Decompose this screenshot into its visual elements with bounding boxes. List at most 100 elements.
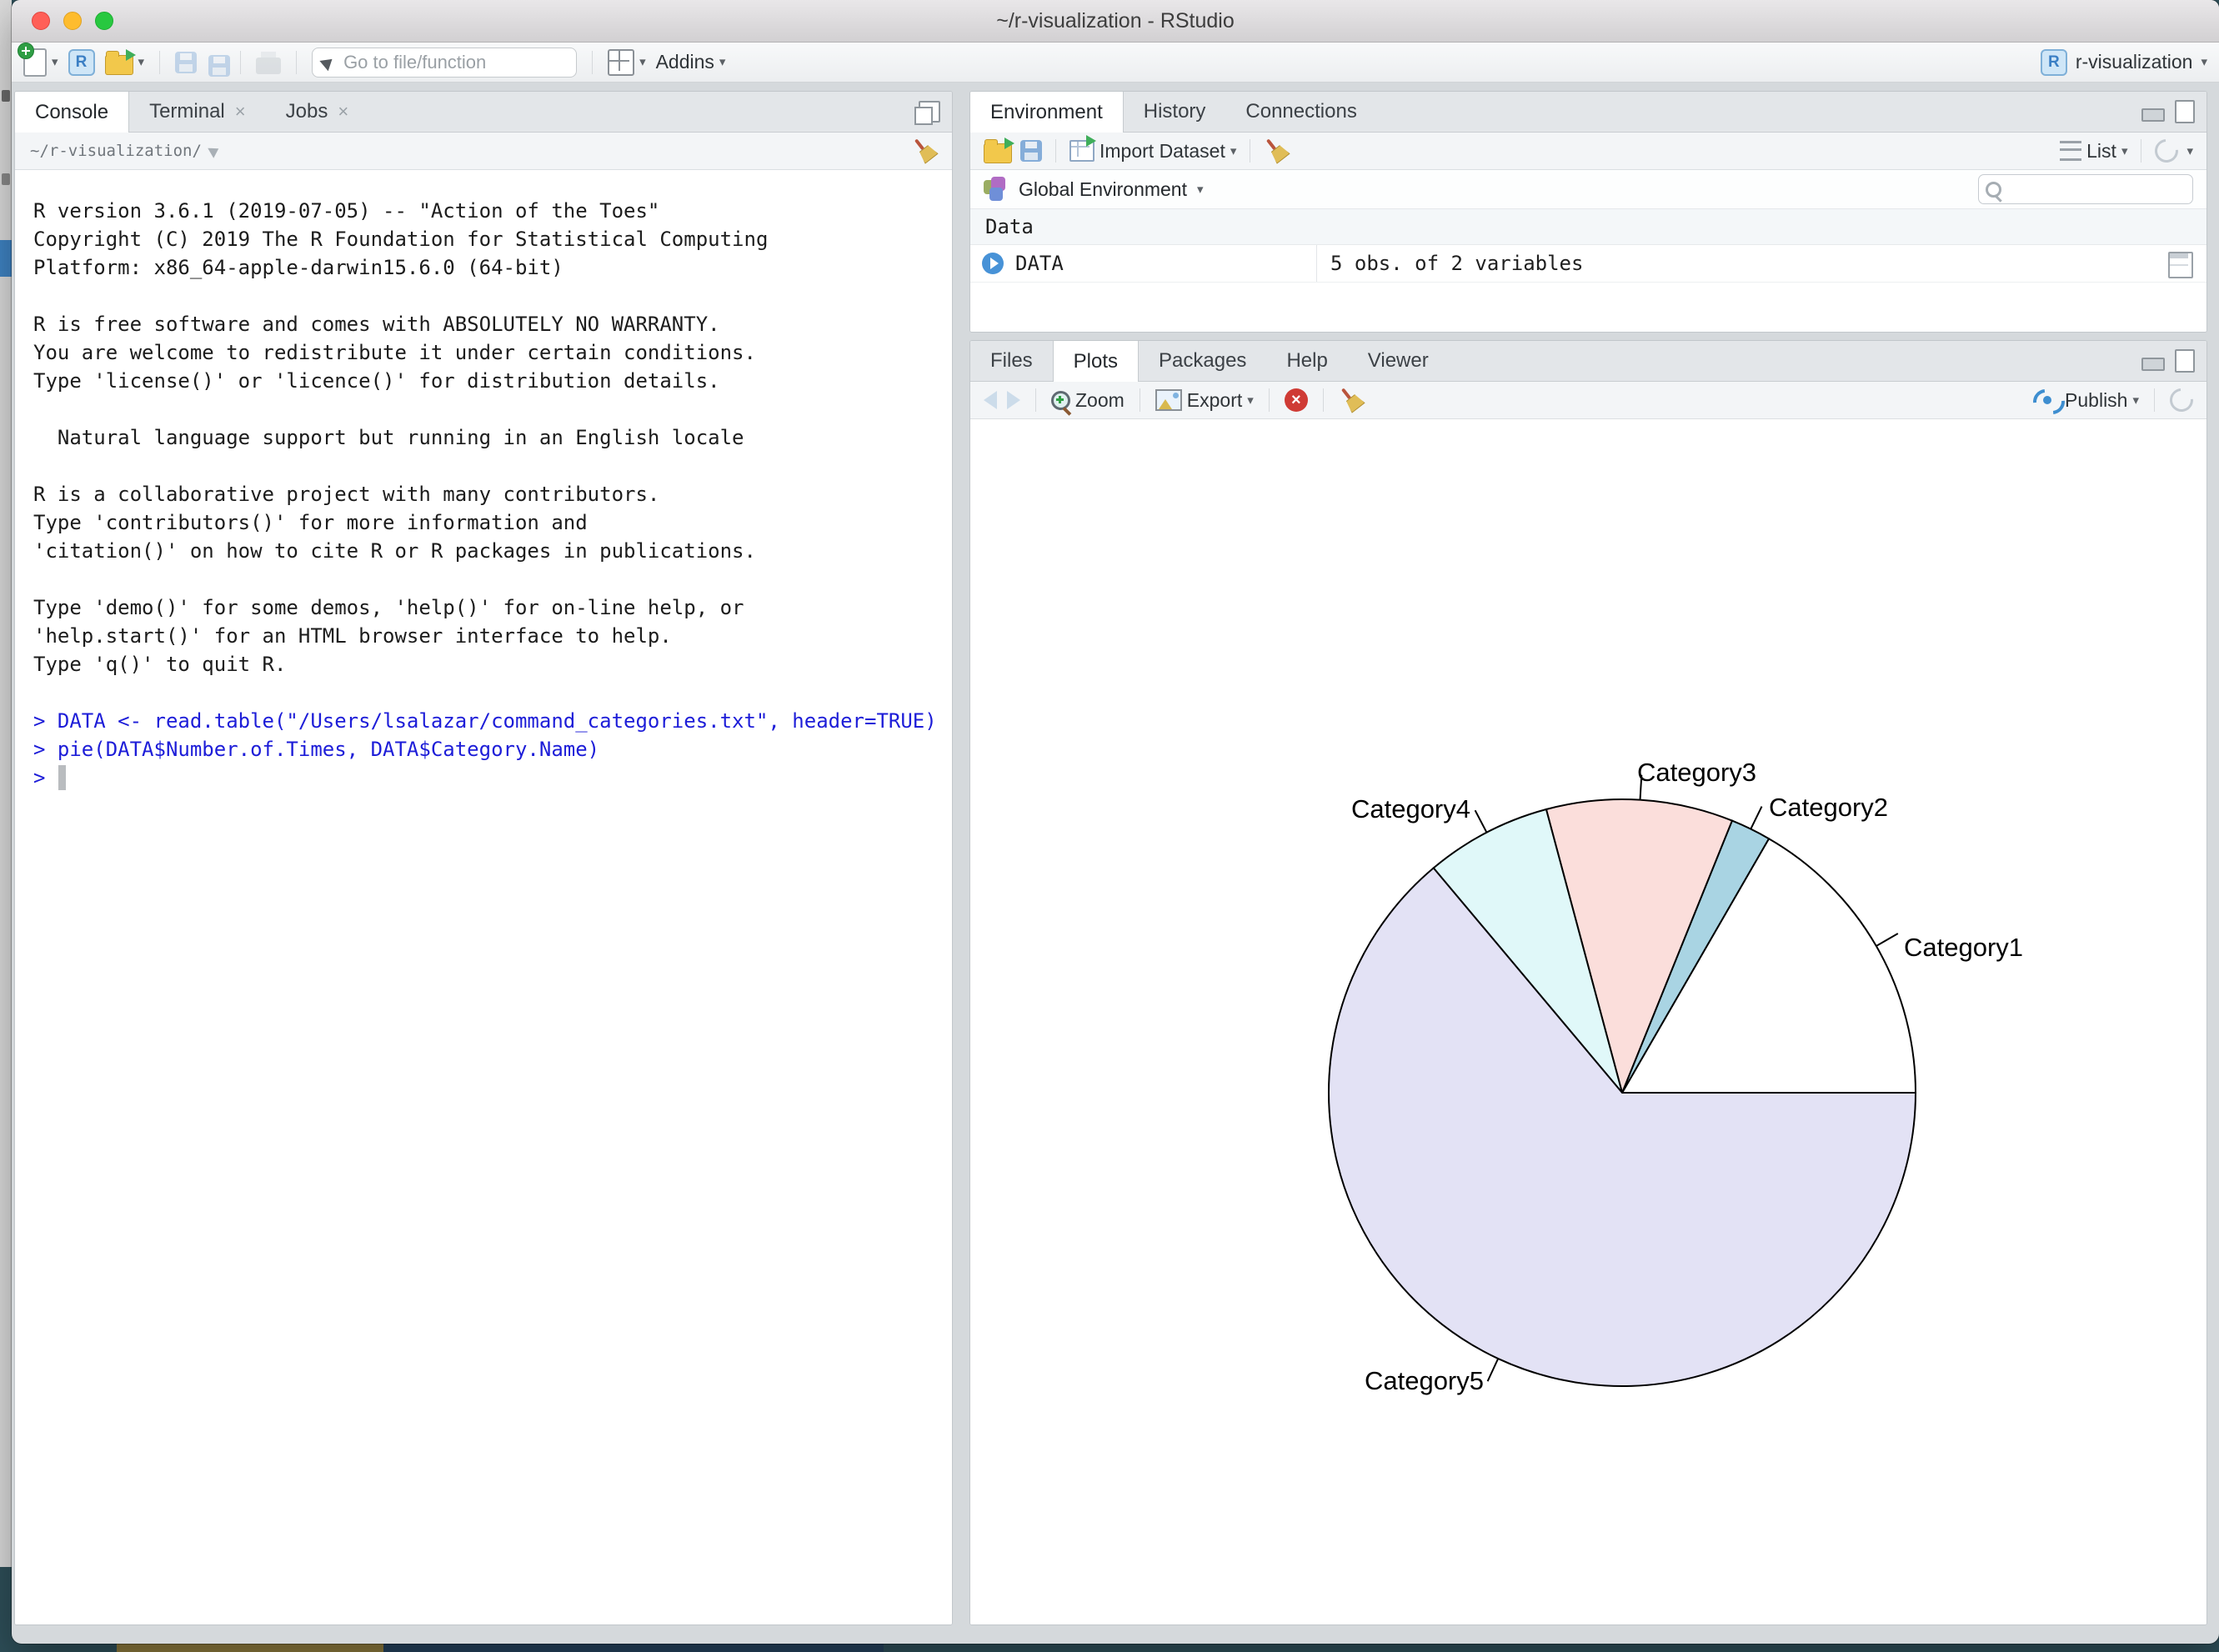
workspace: Console Terminal × Jobs × ~/r-visualizat…: [12, 82, 2219, 1634]
new-project-button[interactable]: R: [68, 49, 95, 76]
environment-object-row[interactable]: DATA 5 obs. of 2 variables: [970, 245, 2206, 283]
tab-connections[interactable]: Connections: [1225, 92, 1376, 132]
tab-history[interactable]: History: [1124, 92, 1226, 132]
refresh-icon[interactable]: [2151, 134, 2183, 167]
clear-console-icon[interactable]: [907, 133, 942, 168]
chevron-down-icon[interactable]: ▾: [1247, 394, 1254, 407]
minimize-pane-icon[interactable]: [2141, 358, 2165, 371]
tab-terminal[interactable]: Terminal ×: [129, 92, 266, 132]
section-data-label: Data: [985, 215, 1034, 238]
tab-plots[interactable]: Plots: [1053, 341, 1139, 382]
goto-arrow-icon: [319, 53, 336, 71]
project-menu-button[interactable]: R r-visualization ▾: [2041, 49, 2207, 76]
maximize-pane-icon[interactable]: [2175, 100, 2195, 123]
refresh-plot-icon[interactable]: [2165, 383, 2197, 416]
rstudio-window: ~/r-visualization - RStudio ▾ R ▾ ▾: [12, 0, 2219, 1644]
tab-files[interactable]: Files: [970, 341, 1053, 381]
expand-object-icon[interactable]: [982, 253, 1004, 274]
global-environment-label: Global Environment: [1019, 178, 1187, 201]
zoom-icon: [1051, 391, 1070, 410]
chevron-down-icon[interactable]: ▾: [1230, 145, 1237, 158]
previous-plot-icon[interactable]: [984, 391, 997, 409]
maximize-pane-icon[interactable]: [919, 101, 940, 123]
export-plot-button[interactable]: Export ▾: [1155, 389, 1254, 412]
pane-layout-button[interactable]: ▾: [608, 49, 646, 76]
tab-viewer[interactable]: Viewer: [1348, 341, 1449, 381]
console-line: [33, 678, 944, 707]
clear-all-plots-icon[interactable]: [1334, 383, 1369, 418]
working-directory-label: ~/r-visualization/: [30, 142, 202, 160]
next-plot-icon[interactable]: [1007, 391, 1020, 409]
environment-search-box[interactable]: [1978, 174, 2193, 204]
addins-label: Addins: [656, 51, 714, 73]
new-file-button[interactable]: ▾: [23, 48, 58, 77]
console-line: 'citation()' on how to cite R or R packa…: [33, 537, 944, 565]
new-file-icon: [23, 48, 47, 77]
chevron-down-icon[interactable]: ▾: [2201, 56, 2207, 68]
minimize-pane-icon[interactable]: [2141, 108, 2165, 122]
desktop-fragment-selected: [0, 240, 12, 277]
object-name[interactable]: DATA: [1015, 252, 1064, 275]
publish-icon: [2035, 388, 2060, 413]
goto-file-input[interactable]: [342, 51, 585, 74]
chevron-down-icon[interactable]: ▾: [639, 56, 646, 68]
console-line: [33, 452, 944, 480]
addins-button[interactable]: Addins ▾: [656, 51, 726, 73]
chevron-down-icon[interactable]: ▾: [52, 56, 58, 68]
view-data-icon[interactable]: [2168, 252, 2193, 278]
column-divider: [1316, 245, 1317, 282]
save-workspace-icon[interactable]: [1020, 140, 1042, 162]
import-dataset-button[interactable]: Import Dataset ▾: [1069, 140, 1236, 163]
tab-jobs-label: Jobs: [286, 100, 328, 123]
chevron-down-icon[interactable]: ▾: [138, 56, 145, 68]
pie-tick-category4: [1475, 810, 1487, 833]
tab-environment[interactable]: Environment: [970, 92, 1124, 133]
chevron-down-icon[interactable]: ▾: [2132, 394, 2139, 407]
close-icon[interactable]: ×: [338, 101, 348, 123]
save-all-icon[interactable]: [208, 55, 230, 77]
list-view-button[interactable]: List ▾: [2060, 140, 2127, 163]
toolbar-separator: [1035, 388, 1036, 412]
load-workspace-icon[interactable]: [984, 143, 1012, 163]
remove-plot-icon[interactable]: ×: [1285, 388, 1308, 412]
clear-environment-icon[interactable]: [1259, 133, 1294, 168]
console-output[interactable]: R version 3.6.1 (2019-07-05) -- "Action …: [15, 170, 952, 1624]
console-line: You are welcome to redistribute it under…: [33, 338, 944, 367]
environment-scope-row: Global Environment ▾: [970, 170, 2206, 209]
toolbar-separator: [2154, 388, 2155, 412]
titlebar: ~/r-visualization - RStudio: [12, 0, 2219, 43]
tab-help[interactable]: Help: [1266, 341, 1347, 381]
toolbar-separator: [1269, 388, 1270, 412]
text-cursor: [58, 765, 66, 790]
close-window-button[interactable]: [32, 12, 50, 30]
environment-search-input[interactable]: [2006, 179, 2207, 200]
close-icon[interactable]: ×: [235, 101, 246, 123]
save-icon[interactable]: [175, 52, 197, 73]
chevron-down-icon[interactable]: ▾: [1197, 183, 1204, 196]
tab-console[interactable]: Console: [15, 92, 129, 133]
plots-pane: Files Plots Packages Help Viewer: [969, 340, 2207, 1625]
console-line: R is a collaborative project with many c…: [33, 480, 944, 508]
zoom-window-button[interactable]: [95, 12, 113, 30]
chevron-down-icon[interactable]: ▾: [2186, 145, 2193, 158]
minimize-window-button[interactable]: [63, 12, 82, 30]
goto-file-function-box[interactable]: [312, 48, 577, 78]
open-file-button[interactable]: ▾: [105, 50, 145, 75]
tab-packages[interactable]: Packages: [1139, 341, 1266, 381]
console-prompt-line[interactable]: >: [33, 763, 944, 792]
print-icon[interactable]: [256, 58, 281, 74]
chevron-down-icon[interactable]: ▾: [719, 56, 726, 68]
console-line: Type 'demo()' for some demos, 'help()' f…: [33, 593, 944, 622]
desktop-fragment: [0, 1567, 12, 1652]
zoom-plot-button[interactable]: Zoom: [1051, 389, 1125, 412]
pie-tick-category1: [1876, 934, 1898, 946]
goto-directory-icon[interactable]: [208, 143, 222, 158]
maximize-pane-icon[interactable]: [2175, 349, 2195, 373]
toolbar-separator: [592, 51, 593, 74]
tab-jobs[interactable]: Jobs ×: [266, 92, 369, 132]
publish-button[interactable]: Publish ▾: [2035, 388, 2139, 413]
chevron-down-icon[interactable]: ▾: [2121, 145, 2128, 158]
pie-label-category1: Category1: [1904, 933, 2023, 962]
console-line: 'help.start()' for an HTML browser inter…: [33, 622, 944, 650]
tab-history-label: History: [1144, 100, 1206, 123]
